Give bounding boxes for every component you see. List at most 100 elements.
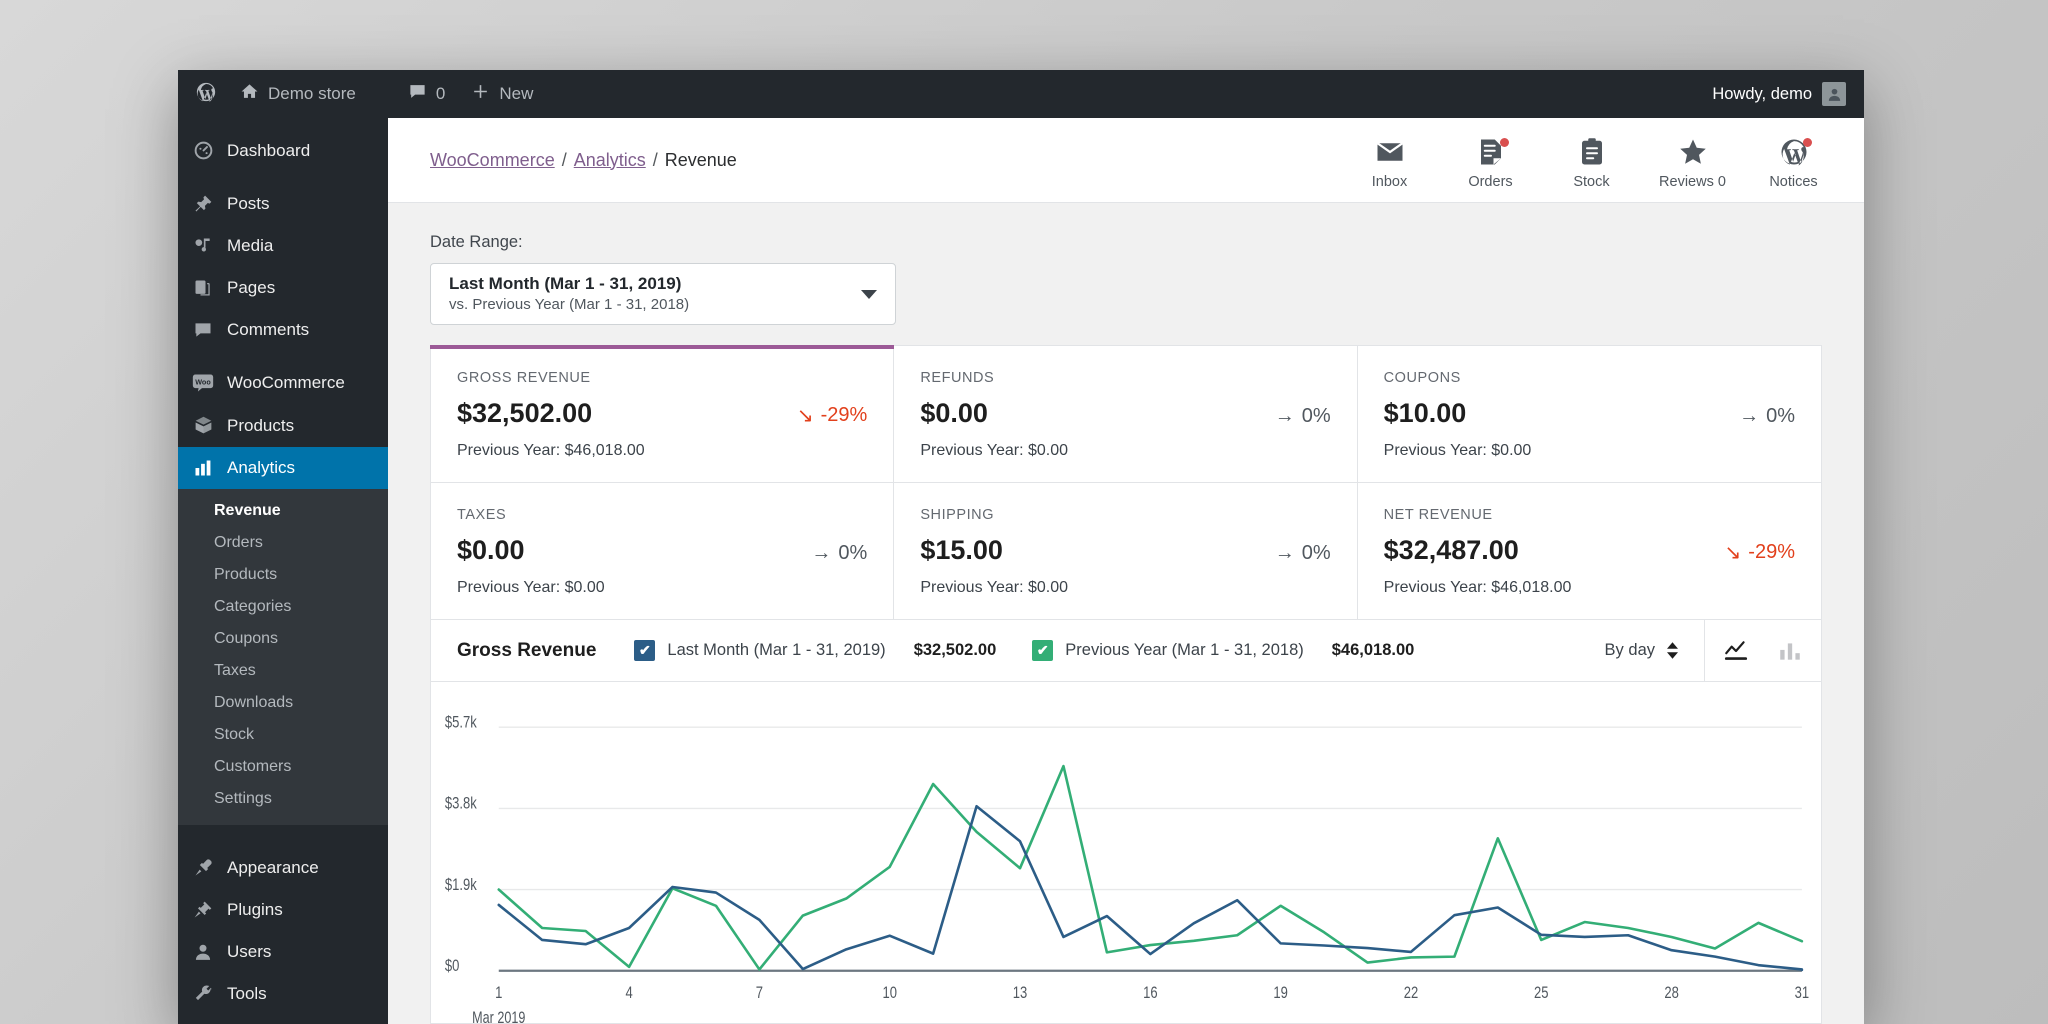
- summary-card-refunds[interactable]: REFUNDS $0.00 → 0% Previous Year: $0.00: [894, 346, 1358, 483]
- chart-legend-item-current[interactable]: ✔ Last Month (Mar 1 - 31, 2019) $32,502.00: [634, 640, 996, 661]
- summary-card-value: $32,502.00: [457, 398, 593, 428]
- summary-card-delta-value: -29%: [820, 404, 868, 426]
- legend-checkbox[interactable]: ✔: [634, 640, 656, 661]
- x-axis-tick-label: 25: [1534, 983, 1548, 1002]
- trend-arrow-icon: →: [1739, 405, 1760, 427]
- trend-arrow-icon: →: [811, 542, 832, 564]
- sidebar-item-label: WooCommerce: [227, 373, 345, 392]
- date-range-primary: Last Month (Mar 1 - 31, 2019): [449, 274, 682, 294]
- summary-card-net-revenue[interactable]: NET REVENUE $32,487.00 ↘ -29% Previous Year:…: [1358, 483, 1821, 619]
- header-activity-actions: Inbox Orders Stock Reviews 0 Notices: [1343, 131, 1840, 190]
- summary-card-delta: ↘ -29%: [797, 403, 867, 428]
- header-action-orders[interactable]: Orders: [1444, 131, 1537, 190]
- new-label: New: [499, 84, 534, 103]
- breadcrumb-item-woocommerce[interactable]: WooCommerce: [430, 150, 555, 171]
- date-range-picker[interactable]: Last Month (Mar 1 - 31, 2019) vs. Previo…: [430, 263, 896, 325]
- sidebar-item-label: Media: [227, 236, 274, 255]
- sidebar-divider: [178, 172, 388, 183]
- summary-card-previous: Previous Year: $0.00: [920, 579, 1068, 596]
- submenu-item-revenue[interactable]: Revenue: [178, 495, 388, 527]
- user-icon: [192, 942, 214, 962]
- sidebar-item-woocommerce[interactable]: Woo WooCommerce: [178, 362, 388, 404]
- submenu-item-customers[interactable]: Customers: [178, 751, 388, 783]
- x-axis-caption: Mar 2019: [472, 1010, 525, 1023]
- submenu-item-settings[interactable]: Settings: [178, 783, 388, 815]
- interval-select[interactable]: By day: [1579, 641, 1704, 660]
- sidebar-item-products[interactable]: Products: [178, 404, 388, 447]
- chart-header: Gross Revenue ✔ Last Month (Mar 1 - 31, 2…: [431, 620, 1821, 682]
- trend-arrow-icon: ↘: [1724, 542, 1742, 564]
- submenu-item-taxes[interactable]: Taxes: [178, 655, 388, 687]
- trend-arrow-icon: ↘: [796, 405, 814, 427]
- check-icon: ✔: [1036, 642, 1049, 658]
- sidebar-item-comments[interactable]: Comments: [178, 309, 388, 351]
- interval-label: By day: [1604, 641, 1655, 659]
- sidebar-item-dashboard[interactable]: Dashboard: [178, 129, 388, 172]
- summary-card-taxes[interactable]: TAXES $0.00 → 0% Previous Year: $0.00: [431, 483, 895, 619]
- header-action-label: Orders: [1468, 173, 1513, 190]
- summary-card-gross-revenue[interactable]: GROSS REVENUE $32,502.00 ↘ -29% Previous Yea…: [429, 345, 895, 483]
- header-action-reviews-0[interactable]: Reviews 0: [1646, 131, 1739, 190]
- notification-badge: [1499, 137, 1509, 147]
- new-content-button[interactable]: New: [458, 70, 546, 118]
- submenu-item-stock[interactable]: Stock: [178, 719, 388, 751]
- breadcrumb-item-analytics[interactable]: Analytics: [574, 150, 646, 171]
- check-icon: ✔: [639, 642, 651, 658]
- y-axis-tick-label: $0: [445, 956, 459, 975]
- analytics-submenu: Revenue Orders Products Categories Coupons Ta…: [178, 489, 388, 825]
- summary-card-coupons[interactable]: COUPONS $10.00 → 0% Previous Year: $0.00: [1357, 346, 1821, 483]
- summary-card-label: COUPONS: [1383, 370, 1461, 386]
- chart-title: Gross Revenue: [457, 639, 597, 661]
- sidebar-item-tools[interactable]: Tools: [178, 973, 388, 1015]
- dashboard-icon: [192, 140, 214, 161]
- chart-legend-item-previous[interactable]: ✔ Previous Year (Mar 1 - 31, 2018) $46,018…: [1032, 640, 1414, 661]
- submenu-item-products[interactable]: Products: [178, 559, 388, 591]
- legend-checkbox[interactable]: ✔: [1032, 640, 1054, 661]
- summary-cards-grid: GROSS REVENUE $32,502.00 ↘ -29% Previous Yea…: [429, 345, 1822, 620]
- clipboard-icon: [1577, 137, 1607, 167]
- header-action-notices[interactable]: Notices: [1747, 131, 1840, 190]
- sidebar-item-plugins[interactable]: Plugins: [178, 889, 388, 931]
- summary-card-delta: ↘ -29%: [1725, 540, 1795, 565]
- summary-card-delta: → 0%: [1275, 542, 1331, 565]
- legend-label: Previous Year (Mar 1 - 31, 2018): [1065, 641, 1304, 659]
- home-icon: [240, 82, 259, 106]
- trend-arrow-icon: →: [1274, 405, 1295, 427]
- x-axis-tick-label: 4: [625, 983, 632, 1002]
- sidebar-item-label: Posts: [227, 194, 270, 213]
- summary-card-shipping[interactable]: SHIPPING $15.00 → 0% Previous Year: $0.00: [894, 483, 1358, 619]
- sidebar-item-analytics[interactable]: Analytics: [178, 447, 388, 489]
- header-action-inbox[interactable]: Inbox: [1343, 131, 1436, 190]
- submenu-item-orders[interactable]: Orders: [178, 527, 388, 559]
- wp-logo-button[interactable]: [178, 70, 227, 118]
- summary-card-previous: Previous Year: $46,018.00: [1383, 579, 1572, 596]
- header-action-stock[interactable]: Stock: [1545, 131, 1638, 190]
- legend-label: Last Month (Mar 1 - 31, 2019): [667, 641, 886, 659]
- sidebar-item-pages[interactable]: Pages: [178, 267, 388, 309]
- sidebar-item-users[interactable]: Users: [178, 931, 388, 973]
- submenu-item-categories[interactable]: Categories: [178, 591, 388, 623]
- sidebar-item-posts[interactable]: Posts: [178, 183, 388, 225]
- plug-icon: [192, 900, 214, 920]
- date-range-section: Date Range: Last Month (Mar 1 - 31, 2019…: [388, 203, 1864, 325]
- sidebar-item-label: Products: [227, 415, 295, 435]
- submenu-item-coupons[interactable]: Coupons: [178, 623, 388, 655]
- woo-icon: Woo: [192, 373, 214, 393]
- summary-card-label: GROSS REVENUE: [457, 370, 591, 386]
- star-icon: [1678, 137, 1708, 167]
- bar-chart-icon[interactable]: [1769, 630, 1811, 672]
- line-chart-icon[interactable]: [1715, 630, 1757, 672]
- site-name-button[interactable]: Demo store: [227, 70, 369, 118]
- sidebar-item-appearance[interactable]: Appearance: [178, 847, 388, 889]
- comments-button[interactable]: 0: [395, 70, 458, 118]
- sidebar-item-settings[interactable]: Settings: [178, 1015, 388, 1024]
- chevron-down-icon: [861, 289, 877, 299]
- legend-total: $46,018.00: [1331, 641, 1415, 659]
- my-account-area[interactable]: Howdy, demo: [1712, 82, 1864, 106]
- pin-icon: [192, 194, 214, 214]
- summary-card-delta: → 0%: [1275, 405, 1331, 428]
- submenu-item-downloads[interactable]: Downloads: [178, 687, 388, 719]
- sidebar-item-label: Dashboard: [227, 140, 311, 160]
- sidebar-item-media[interactable]: Media: [178, 225, 388, 267]
- wordpress-logo-icon: [195, 81, 217, 108]
